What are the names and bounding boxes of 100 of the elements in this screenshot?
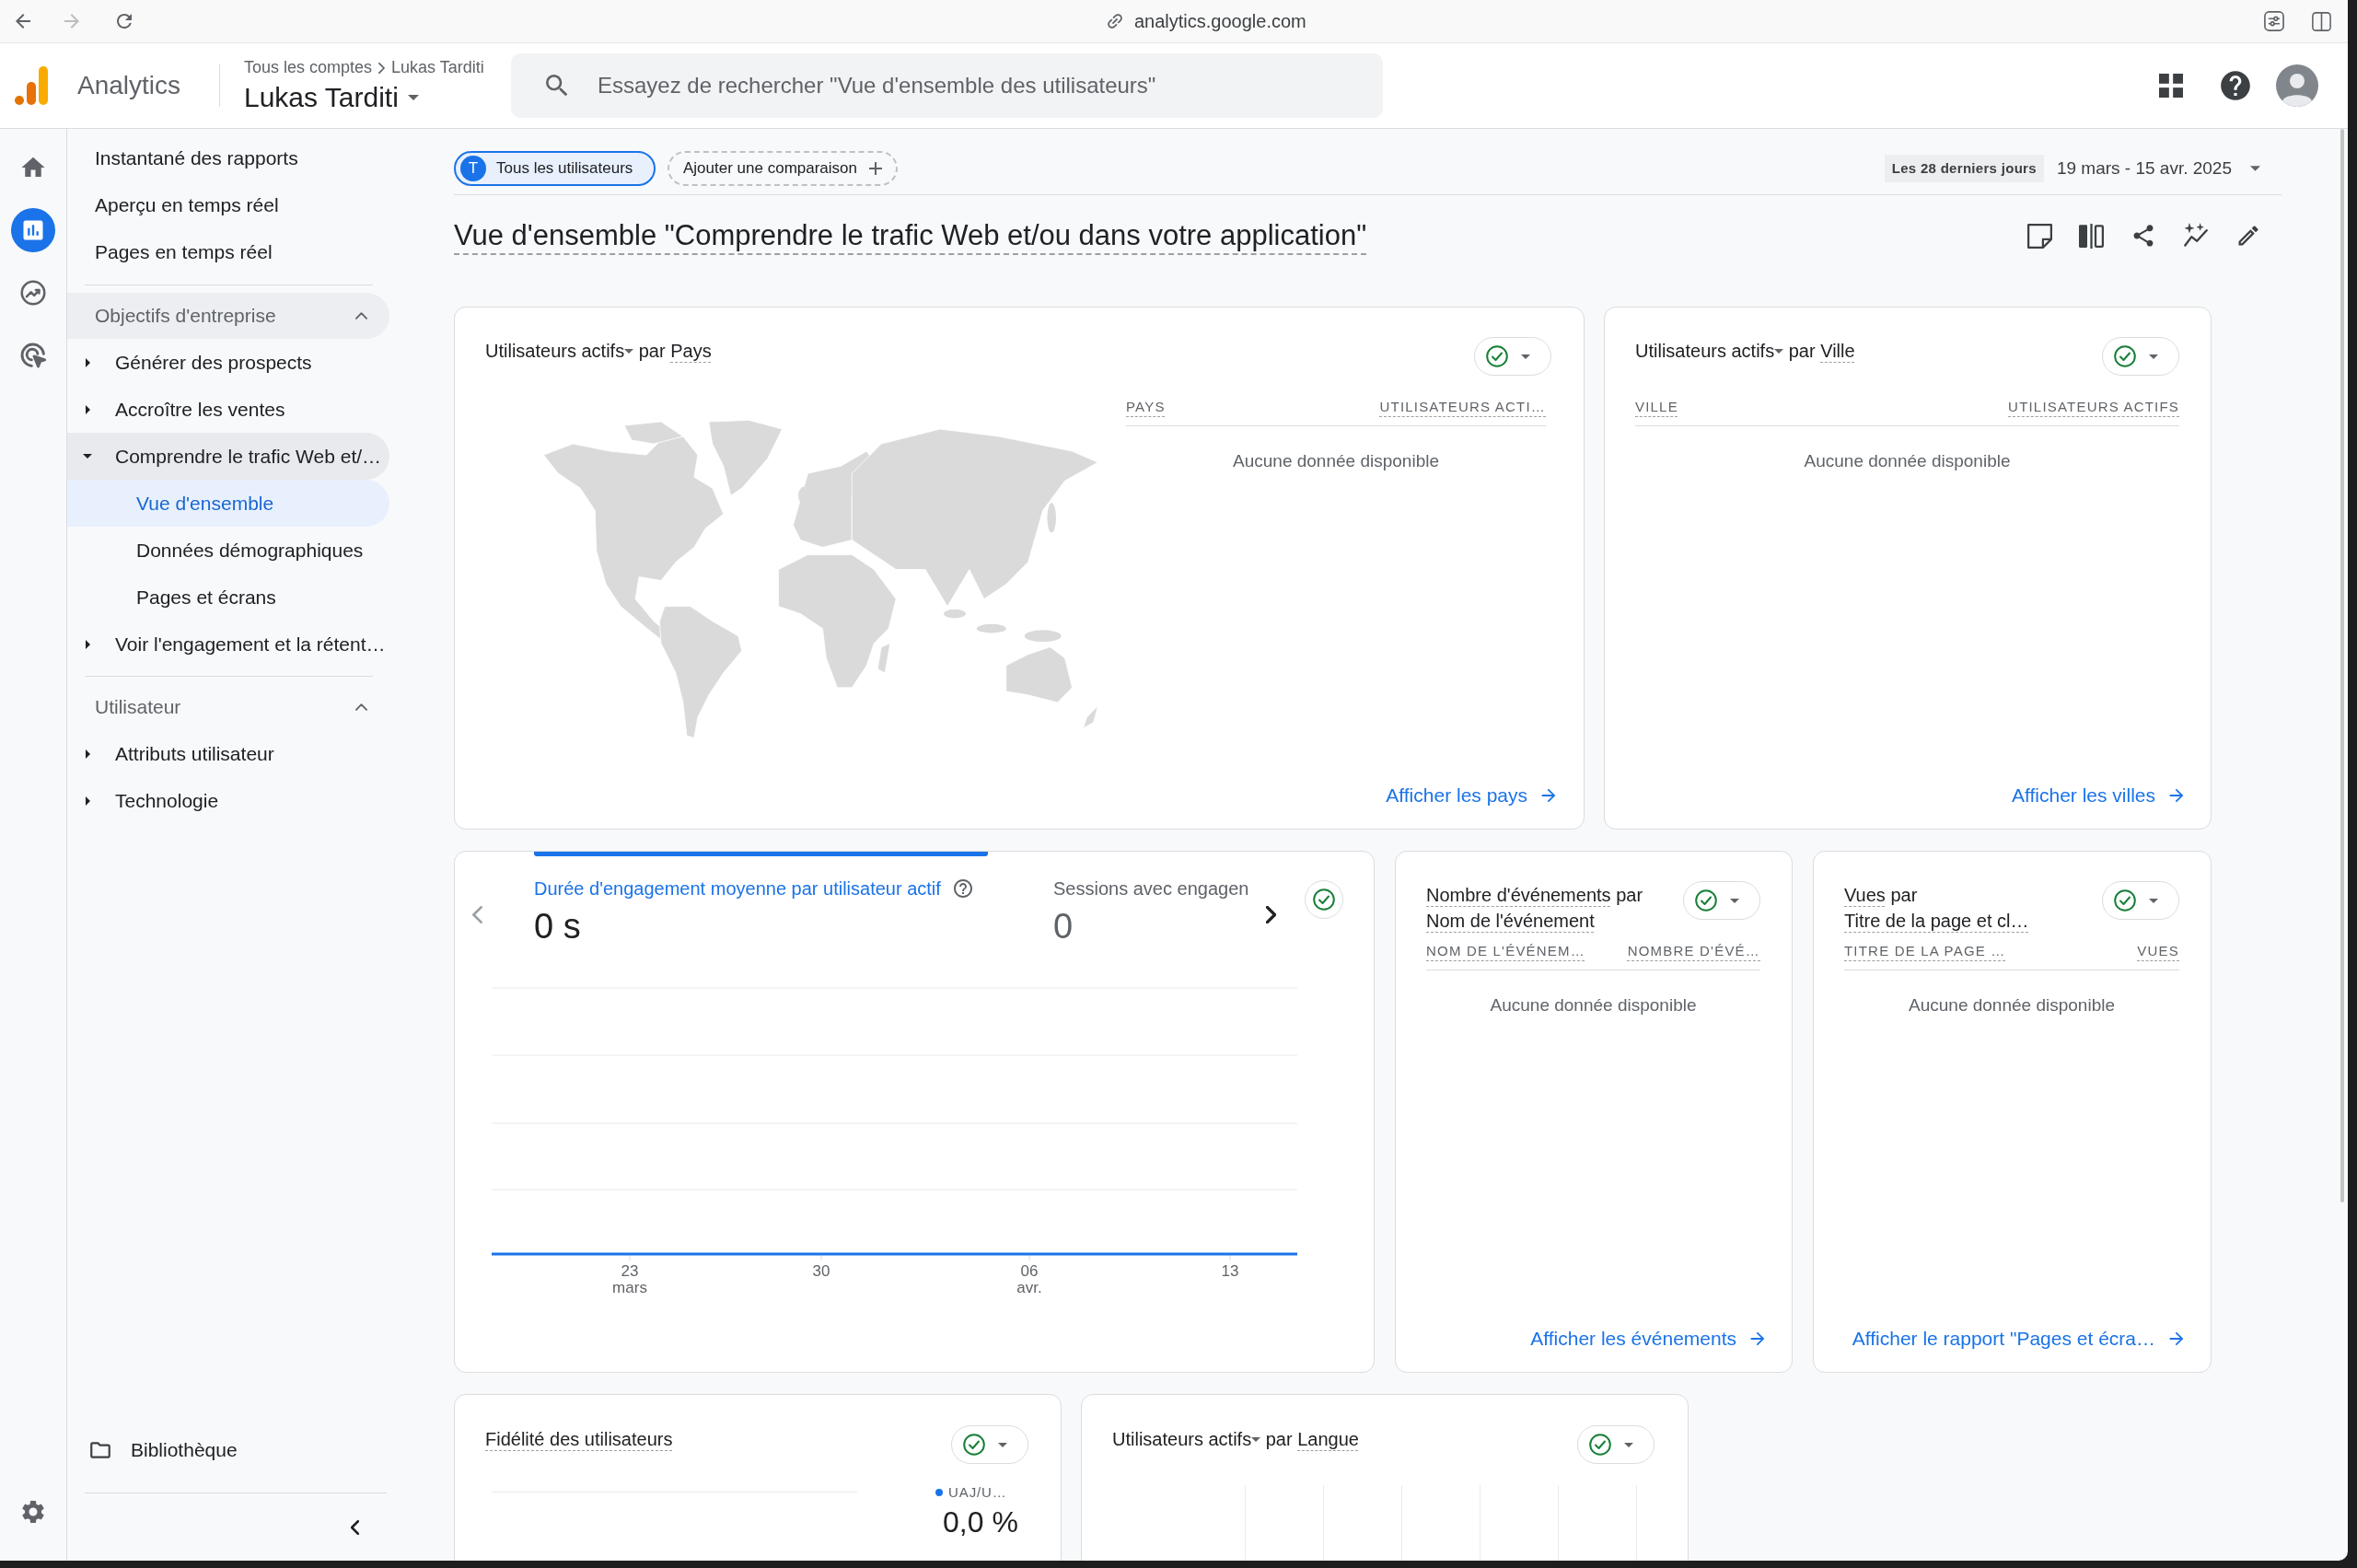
apps-grid-icon[interactable] [2159,74,2183,98]
nav-item[interactable]: Aperçu en temps réel [67,181,389,228]
nav-item[interactable]: Pages et écrans [67,574,389,621]
status-menu-button[interactable] [951,1425,1028,1464]
nav-group-item[interactable]: Générer des prospects [67,339,389,386]
metric-tab-label[interactable]: Sessions avec engagen [1053,877,1249,900]
status-menu-button[interactable] [2102,881,2179,920]
segment-initial: T [460,156,486,181]
axis-label: 06 [1020,1262,1039,1280]
breadcrumb-link[interactable]: Lukas Tarditi [391,55,484,80]
note-icon[interactable] [2027,223,2052,249]
view-report-link[interactable]: Afficher les pays [1386,782,1559,809]
card-title-link[interactable]: Fidélité des utilisateurs [485,1426,673,1452]
view-report-link[interactable]: Afficher les villes [2012,782,2187,809]
status-menu-button[interactable] [1683,881,1760,920]
section-header[interactable]: Objectifs d'entreprise [67,293,389,339]
url-text[interactable]: analytics.google.com [1134,7,1306,35]
check-circle-icon [1313,889,1335,911]
metric-value: 0 s [534,907,582,946]
by-label: par [1616,885,1643,905]
metric-link[interactable]: Vues [1844,885,1886,905]
column-header[interactable]: UTILISATEURS ACTI… [1379,397,1546,418]
date-range-button[interactable]: 19 mars - 15 avr. 2025 [2056,155,2260,182]
metric-dropdown[interactable]: Utilisateurs actifs [1635,338,1784,364]
compare-columns-icon[interactable] [2079,223,2104,249]
by-label: par [1890,885,1918,905]
dimension-link[interactable]: Langue [1297,1429,1359,1449]
empty-state-text: Aucune donnée disponible [1233,450,1439,471]
dimension-link[interactable]: Nom de l'événement [1426,911,1595,931]
nav-item[interactable]: Pages en temps réel [67,228,389,275]
caret-icon [407,94,419,100]
check-circle-icon [2114,889,2136,912]
dimension-link[interactable]: Titre de la page et cl… [1844,911,2029,931]
column-header[interactable]: PAYS [1126,397,1166,418]
axis-label: 30 [812,1262,830,1280]
chevron-left-icon[interactable] [472,906,482,923]
search-field[interactable]: Essayez de rechercher "Vue d'ensemble des utilisateurs" [511,53,1383,118]
chevron-right-icon[interactable] [1266,906,1276,923]
metric-link[interactable]: Nombre d'événements [1426,885,1611,905]
account-switcher[interactable]: Lukas Tarditi [244,80,494,114]
sidebar-toggle-icon[interactable] [2312,11,2331,31]
nav-item[interactable]: Vue d'ensemble [67,480,389,527]
caret-icon [2149,354,2158,359]
reports-button[interactable] [11,208,55,252]
page-title[interactable]: Vue d'ensemble "Comprendre le trafic Web et/ou dans votre application" [454,214,1367,258]
view-report-link[interactable]: Afficher les événements [1530,1325,1768,1353]
by-label: par [1788,341,1816,361]
product-name: Analytics [77,70,182,101]
nav-group-item[interactable]: Voir l'engagement et la rétent… [67,621,389,668]
column-header[interactable]: TITRE DE LA PAGE … [1844,941,2006,962]
segment-chip[interactable]: T Tous les utilisateurs [454,151,656,186]
nav-item[interactable]: Données démographiques [67,527,389,574]
dimension-link[interactable]: Pays [670,341,712,361]
axis-label: 13 [1221,1262,1239,1280]
dimension-link[interactable]: Ville [1820,341,1855,361]
metric-dropdown[interactable]: Utilisateurs actifs [485,338,634,364]
caret-icon [1774,348,1784,354]
add-comparison-button[interactable]: Ajouter une comparaison [668,151,898,186]
nav-group-item[interactable]: Technologie [67,777,389,824]
nav-group-item[interactable]: Attributs utilisateur [67,730,389,777]
library-link[interactable]: Bibliothèque [88,1435,238,1465]
caret-icon [1624,1442,1633,1447]
status-menu-button[interactable] [1577,1425,1655,1464]
status-menu-button[interactable] [1474,337,1551,376]
section-header[interactable]: Utilisateur [67,684,389,730]
column-header[interactable]: NOMBRE D'ÉVÉ… [1627,941,1760,962]
column-header[interactable]: VILLE [1635,397,1678,418]
metric-tab-label[interactable]: Durée d'engagement moyenne par utilisateur actif [534,877,941,900]
metric-dropdown[interactable]: Utilisateurs actifs [1112,1426,1261,1452]
caret-icon [624,348,634,354]
help-icon[interactable] [951,877,974,900]
help-icon[interactable] [2218,68,2253,103]
column-header[interactable]: NOM DE L'ÉVÉNEM… [1426,941,1585,962]
chevron-right-icon [378,62,386,74]
status-button[interactable] [1305,880,1343,919]
analytics-logo-icon[interactable] [15,66,48,105]
caret-icon [1521,354,1530,359]
breadcrumb-link[interactable]: Tous les comptes [244,55,373,80]
caret-icon [1251,1436,1261,1442]
sliders-icon[interactable] [2264,11,2284,31]
view-report-link[interactable]: Afficher le rapport "Pages et écra… [1852,1325,2187,1353]
nav-group-item[interactable]: Accroître les ventes [67,386,389,433]
target-cursor-icon [20,343,46,368]
check-circle-icon [963,1434,985,1456]
check-circle-icon [1589,1434,1611,1456]
nav-group-item[interactable]: Comprendre le trafic Web et/… [67,433,389,480]
caret-icon [1730,898,1739,903]
column-header[interactable]: UTILISATEURS ACTIFS [2008,397,2179,418]
avatar[interactable] [2276,64,2318,107]
column-header[interactable]: VUES [2137,941,2179,962]
collapse-chevron-icon[interactable] [351,1520,359,1535]
sparkle-trend-icon[interactable] [2183,223,2209,249]
settings-icon [19,1498,47,1526]
caret-icon [2149,898,2158,903]
empty-state-text: Aucune donnée disponible [1804,450,2011,471]
scrollbar-thumb[interactable] [2340,129,2344,1202]
empty-state-text: Aucune donnée disponible [1909,994,2115,1016]
metric-value: 0,0 % [942,1505,1018,1539]
nav-item[interactable]: Instantané des rapports [67,134,389,181]
status-menu-button[interactable] [2102,337,2179,376]
